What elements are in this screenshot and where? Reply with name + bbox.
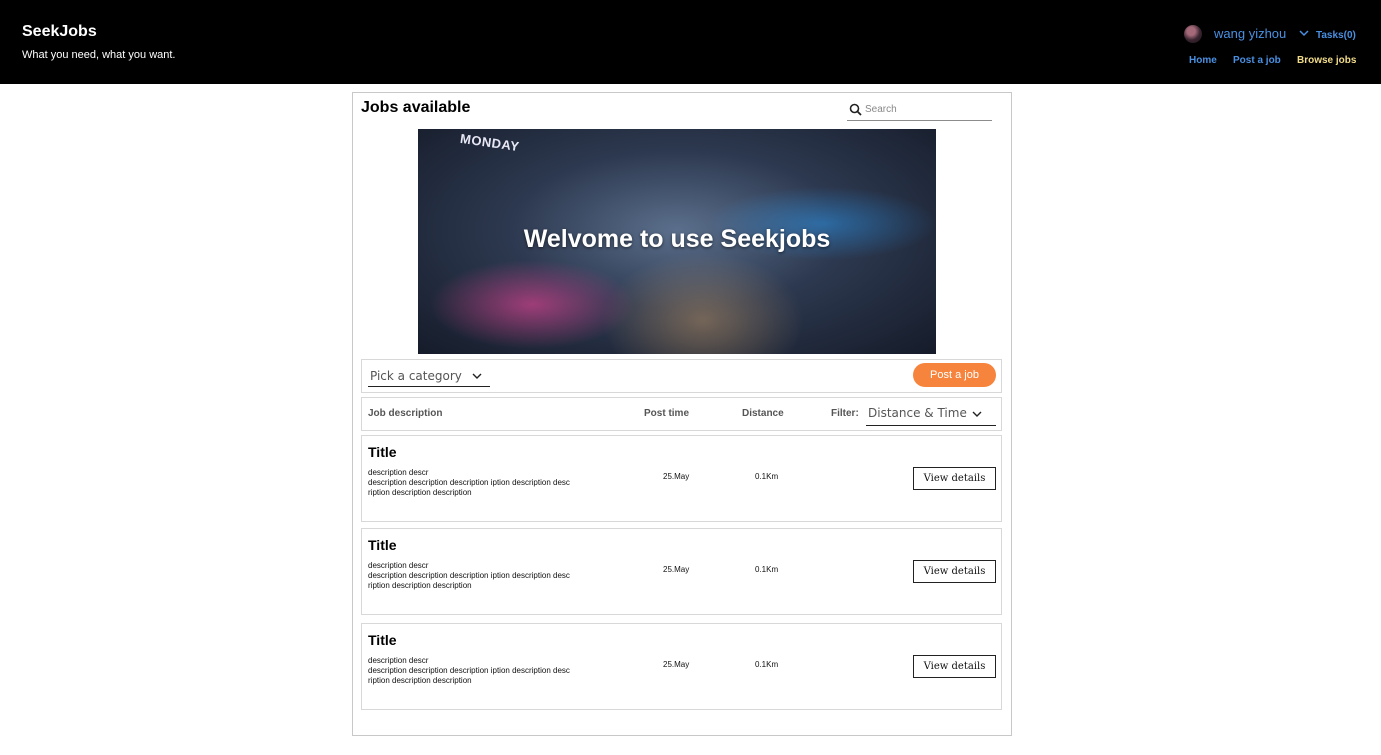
search-icon [849, 103, 862, 116]
job-description: description descr description descriptio… [368, 561, 604, 591]
job-description-line: description descr [368, 468, 429, 477]
job-distance: 0.1Km [755, 565, 779, 574]
avatar[interactable] [1184, 25, 1202, 43]
job-row[interactable]: Title description descr description desc… [361, 623, 1002, 710]
filter-label: Filter: [831, 408, 859, 419]
column-header-distance[interactable]: Distance [742, 408, 784, 419]
nav-home[interactable]: Home [1189, 55, 1217, 66]
view-details-button[interactable]: View details [913, 467, 996, 490]
job-row[interactable]: Title description descr description desc… [361, 435, 1002, 522]
job-description: description descr description descriptio… [368, 656, 604, 686]
top-bar: SeekJobs What you need, what you want. w… [0, 0, 1381, 84]
job-post-time: 25.May [663, 565, 690, 574]
tasks-link[interactable]: Tasks(0) [1316, 30, 1356, 41]
post-job-button[interactable]: Post a job [913, 363, 996, 387]
chevron-down-icon[interactable] [1298, 28, 1310, 38]
nav-browse-jobs[interactable]: Browse jobs [1297, 55, 1356, 66]
page-title: Jobs available [361, 99, 471, 116]
search-input[interactable] [865, 101, 985, 117]
column-header-description: Job description [368, 408, 443, 419]
search-box[interactable] [847, 99, 992, 121]
view-details-button[interactable]: View details [913, 560, 996, 583]
job-description-line: ription description description [368, 676, 472, 685]
job-post-time: 25.May [663, 472, 690, 481]
job-post-time: 25.May [663, 660, 690, 669]
job-description-line: description description description ipti… [368, 666, 570, 675]
toolbar-row: Pick a category Post a job [361, 359, 1002, 393]
nav-post-job[interactable]: Post a job [1233, 55, 1281, 66]
job-row[interactable]: Title description descr description desc… [361, 528, 1002, 615]
chevron-down-icon [472, 373, 482, 379]
brand-tagline: What you need, what you want. [22, 49, 176, 61]
category-select-label: Pick a category [370, 369, 462, 383]
hero-neon-sign: MONDAY [459, 130, 521, 155]
job-description-line: description description description ipti… [368, 571, 570, 580]
job-description-line: ription description description [368, 581, 472, 590]
job-distance: 0.1Km [755, 472, 779, 481]
jobs-card: Jobs available MONDAY Welvome to use See… [352, 92, 1012, 736]
job-title: Title [368, 632, 397, 648]
view-details-button[interactable]: View details [913, 655, 996, 678]
brand-name[interactable]: SeekJobs [22, 23, 97, 41]
filter-select-value: Distance & Time [868, 406, 967, 420]
table-header: Job description Post time Distance Filte… [361, 397, 1002, 431]
job-description-line: description descr [368, 561, 429, 570]
job-title: Title [368, 537, 397, 553]
job-description-line: description description description ipti… [368, 478, 570, 487]
job-description-line: description descr [368, 656, 429, 665]
job-distance: 0.1Km [755, 660, 779, 669]
job-description: description descr description descriptio… [368, 468, 604, 498]
category-select[interactable]: Pick a category [368, 365, 490, 387]
hero-title: Welvome to use Seekjobs [523, 225, 831, 253]
job-title: Title [368, 444, 397, 460]
hero-banner: MONDAY Welvome to use Seekjobs [418, 129, 936, 354]
job-description-line: ription description description [368, 488, 472, 497]
user-name[interactable]: wang yizhou [1214, 26, 1286, 41]
column-header-post-time[interactable]: Post time [644, 408, 689, 419]
filter-select[interactable]: Distance & Time [866, 403, 996, 426]
chevron-down-icon [972, 411, 982, 417]
